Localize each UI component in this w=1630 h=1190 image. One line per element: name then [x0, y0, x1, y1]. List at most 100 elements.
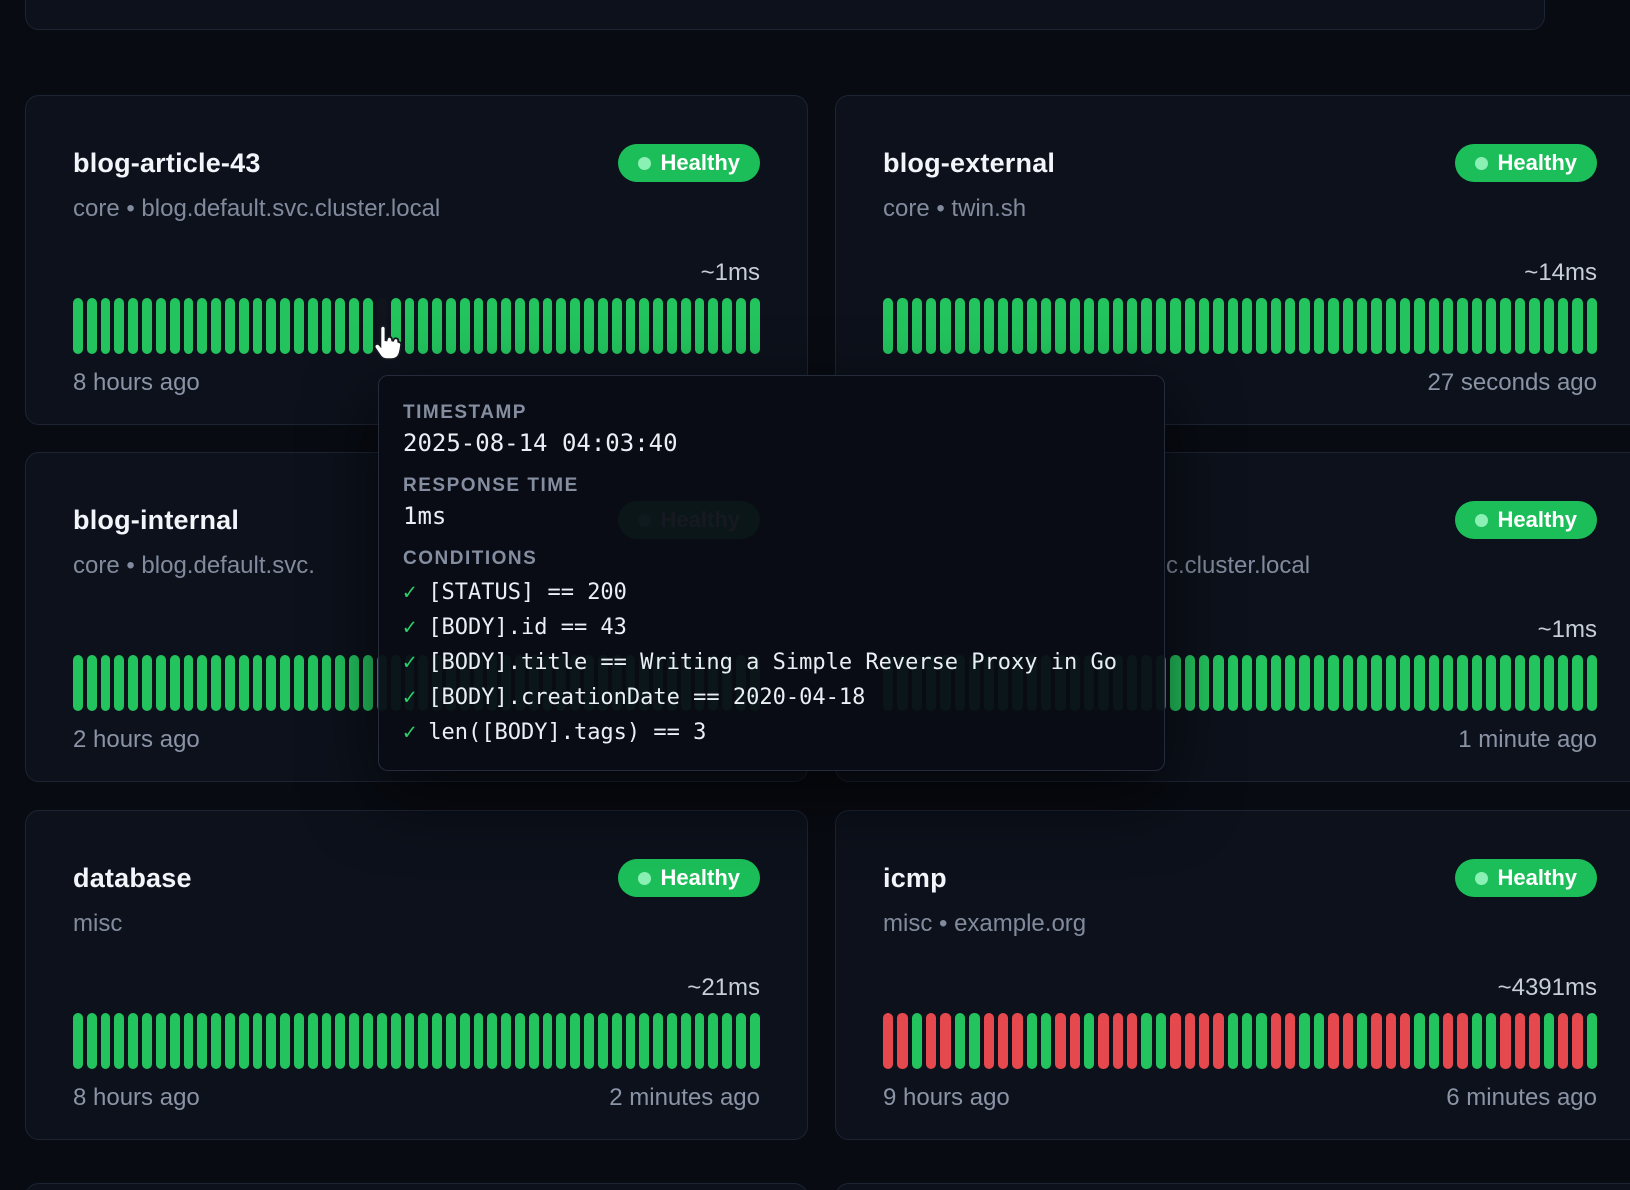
status-bar[interactable] [1299, 655, 1309, 711]
status-bar[interactable] [998, 298, 1008, 354]
status-bar[interactable] [266, 655, 276, 711]
status-bar[interactable] [1170, 1013, 1180, 1069]
status-bar[interactable] [695, 1013, 705, 1069]
status-bar[interactable] [912, 1013, 922, 1069]
status-bar[interactable] [1386, 655, 1396, 711]
status-bar[interactable] [170, 298, 180, 354]
status-bar[interactable] [1414, 655, 1424, 711]
status-bar[interactable] [280, 1013, 290, 1069]
status-bar[interactable] [1113, 1013, 1123, 1069]
status-bar[interactable] [1228, 1013, 1238, 1069]
status-bar[interactable] [955, 1013, 965, 1069]
status-bar[interactable] [73, 655, 83, 711]
status-bar[interactable] [1027, 298, 1037, 354]
status-bar[interactable] [1529, 1013, 1539, 1069]
status-bar[interactable] [926, 298, 936, 354]
status-bar[interactable] [1529, 298, 1539, 354]
status-bar[interactable] [487, 298, 497, 354]
status-bar[interactable] [1213, 298, 1223, 354]
status-bar[interactable] [1256, 655, 1266, 711]
status-bar[interactable] [926, 1013, 936, 1069]
status-bar[interactable] [750, 1013, 760, 1069]
status-bar[interactable] [708, 1013, 718, 1069]
status-bar[interactable] [1299, 298, 1309, 354]
status-bar[interactable] [1587, 298, 1597, 354]
status-bar[interactable] [73, 298, 83, 354]
status-bar[interactable] [335, 655, 345, 711]
status-bar[interactable] [446, 1013, 456, 1069]
status-bar[interactable] [1500, 1013, 1510, 1069]
status-bar[interactable] [1457, 298, 1467, 354]
status-bar[interactable] [1529, 655, 1539, 711]
status-bar[interactable] [626, 1013, 636, 1069]
status-bar[interactable] [114, 1013, 124, 1069]
status-bar[interactable] [940, 1013, 950, 1069]
status-bar[interactable] [1314, 1013, 1324, 1069]
status-bar[interactable] [515, 298, 525, 354]
status-bar[interactable] [128, 298, 138, 354]
status-bar[interactable] [460, 298, 470, 354]
status-bar[interactable] [969, 1013, 979, 1069]
status-bar[interactable] [487, 1013, 497, 1069]
status-bar[interactable] [405, 1013, 415, 1069]
status-bar[interactable] [1357, 298, 1367, 354]
status-bar[interactable] [1271, 655, 1281, 711]
status-bar[interactable] [73, 1013, 83, 1069]
status-bar[interactable] [955, 298, 965, 354]
endpoint-title[interactable]: blog-article-43 [73, 146, 261, 180]
status-bar[interactable] [239, 655, 249, 711]
status-bar[interactable] [667, 298, 677, 354]
status-bar[interactable] [1343, 655, 1353, 711]
status-bar[interactable] [1199, 1013, 1209, 1069]
status-bar[interactable] [1558, 298, 1568, 354]
status-bar[interactable] [1199, 298, 1209, 354]
status-bar[interactable] [322, 1013, 332, 1069]
status-bar[interactable] [266, 1013, 276, 1069]
status-bar[interactable] [308, 655, 318, 711]
status-bar[interactable] [1271, 298, 1281, 354]
status-bar[interactable] [377, 298, 387, 354]
status-bar[interactable] [1400, 1013, 1410, 1069]
status-bar[interactable] [1084, 1013, 1094, 1069]
status-bar[interactable] [1400, 655, 1410, 711]
endpoint-title[interactable]: icmp [883, 861, 947, 895]
status-bar[interactable] [1213, 1013, 1223, 1069]
status-bar[interactable] [184, 1013, 194, 1069]
status-bar[interactable] [984, 298, 994, 354]
status-bar[interactable] [1027, 1013, 1037, 1069]
status-bar[interactable] [570, 1013, 580, 1069]
status-bar[interactable] [1314, 655, 1324, 711]
status-bar[interactable] [1429, 655, 1439, 711]
status-bar[interactable] [1515, 1013, 1525, 1069]
status-bar[interactable] [501, 298, 511, 354]
status-bar[interactable] [984, 1013, 994, 1069]
status-bar[interactable] [1486, 1013, 1496, 1069]
status-bar[interactable] [432, 298, 442, 354]
status-bar[interactable] [529, 298, 539, 354]
status-bar[interactable] [1156, 298, 1166, 354]
status-bar[interactable] [653, 1013, 663, 1069]
status-bar[interactable] [1515, 298, 1525, 354]
status-bar[interactable] [1386, 1013, 1396, 1069]
status-bar[interactable] [1041, 1013, 1051, 1069]
status-bar[interactable] [1098, 1013, 1108, 1069]
status-bar[interactable] [322, 655, 332, 711]
status-bar[interactable] [653, 298, 663, 354]
status-bar[interactable] [1256, 298, 1266, 354]
status-bar[interactable] [897, 1013, 907, 1069]
status-bar[interactable] [87, 298, 97, 354]
status-bar[interactable] [1500, 298, 1510, 354]
status-bar[interactable] [349, 1013, 359, 1069]
status-bar[interactable] [1343, 298, 1353, 354]
status-bar[interactable] [349, 298, 359, 354]
status-bar[interactable] [612, 1013, 622, 1069]
status-bar[interactable] [1457, 655, 1467, 711]
status-bar[interactable] [1113, 298, 1123, 354]
status-bar[interactable] [170, 655, 180, 711]
status-bar[interactable] [1558, 1013, 1568, 1069]
status-bar[interactable] [1228, 298, 1238, 354]
status-bar[interactable] [912, 298, 922, 354]
status-bar[interactable] [197, 655, 207, 711]
status-bar[interactable] [211, 298, 221, 354]
status-bar[interactable] [1328, 1013, 1338, 1069]
